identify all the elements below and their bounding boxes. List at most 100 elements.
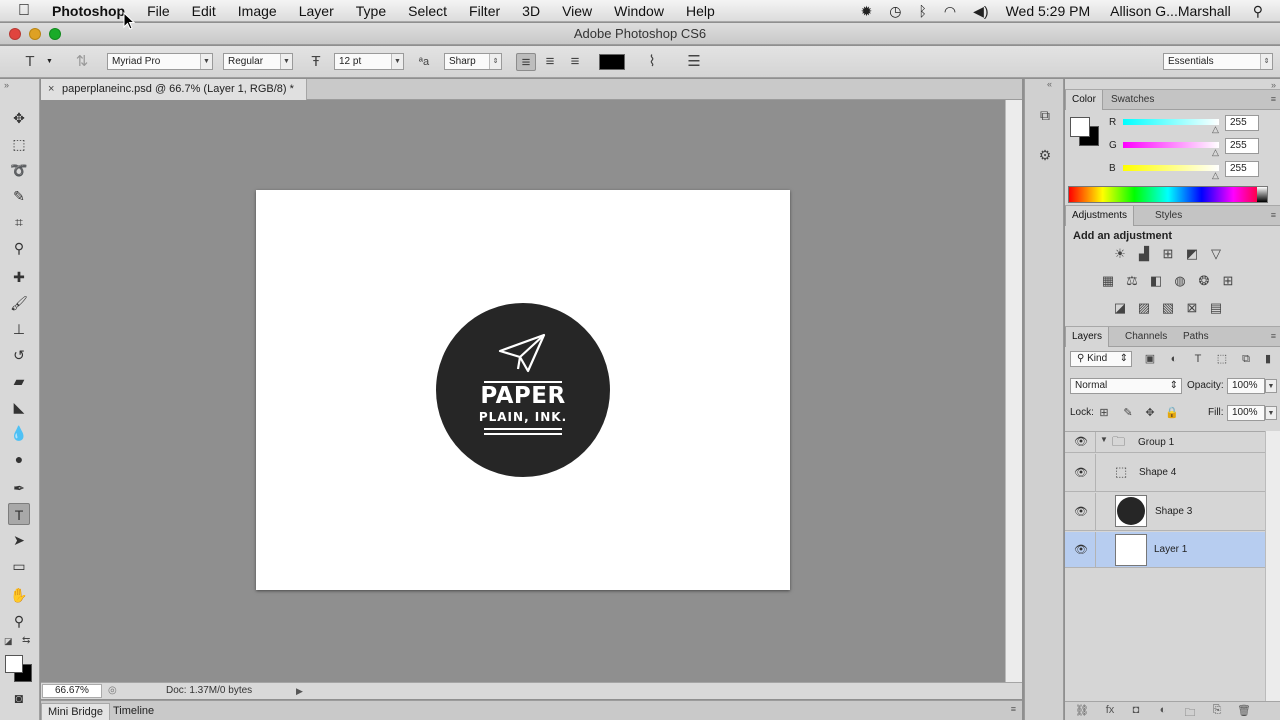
- hand-tool-icon[interactable]: ✋: [8, 584, 30, 606]
- properties-panel-icon[interactable]: ⚙: [1035, 145, 1055, 165]
- quick-selection-tool-icon[interactable]: ✎: [8, 185, 30, 207]
- filter-pixel-icon[interactable]: ▣: [1142, 351, 1158, 367]
- slider-thumb-icon[interactable]: △: [1212, 170, 1219, 181]
- menu-layer[interactable]: Layer: [299, 3, 334, 19]
- new-group-icon[interactable]: 🗀: [1182, 704, 1198, 720]
- vibrance-icon[interactable]: ▽: [1207, 245, 1225, 263]
- menu-filter[interactable]: Filter: [469, 3, 500, 19]
- document-tab[interactable]: × paperplaneinc.psd @ 66.7% (Layer 1, RG…: [41, 79, 307, 100]
- close-tab-icon[interactable]: ×: [48, 79, 54, 100]
- layers-scrollbar[interactable]: [1265, 431, 1280, 711]
- window-zoom-button[interactable]: [49, 28, 61, 40]
- slider-thumb-icon[interactable]: △: [1212, 124, 1219, 135]
- slider-thumb-icon[interactable]: △: [1212, 147, 1219, 158]
- gradient-map-icon[interactable]: ▤: [1207, 299, 1225, 317]
- crop-tool-icon[interactable]: ⌗: [8, 211, 30, 233]
- posterize-icon[interactable]: ▨: [1135, 299, 1153, 317]
- color-panel-foreground-swatch[interactable]: [1070, 117, 1090, 137]
- layer-name[interactable]: Layer 1: [1154, 544, 1187, 555]
- rectangle-tool-icon[interactable]: ▭: [8, 555, 30, 577]
- blend-mode-select[interactable]: Normal ⇕: [1070, 378, 1182, 394]
- tab-timeline[interactable]: Timeline: [107, 703, 160, 720]
- layer-row-group-1[interactable]: 👁 ▼ 🗀 Group 1: [1065, 432, 1265, 453]
- healing-brush-tool-icon[interactable]: ✚: [8, 266, 30, 288]
- hue-saturation-icon[interactable]: ▦: [1099, 272, 1117, 290]
- font-size-select[interactable]: 12 pt ▼: [334, 53, 404, 70]
- link-layers-icon[interactable]: ⛓: [1074, 704, 1090, 717]
- menu-select[interactable]: Select: [408, 3, 447, 19]
- color-spectrum-ramp[interactable]: [1068, 186, 1268, 203]
- brightness-contrast-icon[interactable]: ☀: [1111, 245, 1129, 263]
- panel-menu-icon[interactable]: ≡: [1011, 704, 1016, 714]
- menu-user[interactable]: Allison G...Marshall: [1110, 3, 1231, 19]
- apple-icon[interactable]: : [18, 2, 40, 20]
- preset-arrow-icon[interactable]: ▼: [46, 58, 53, 65]
- menu-help[interactable]: Help: [686, 3, 715, 19]
- new-layer-icon[interactable]: ⎘: [1209, 704, 1225, 717]
- spotlight-search-icon[interactable]: ⚲: [1253, 3, 1263, 20]
- warp-text-icon[interactable]: ⌇: [642, 53, 662, 71]
- menu-clock[interactable]: Wed 5:29 PM: [1006, 3, 1091, 19]
- tab-layers[interactable]: Layers: [1065, 327, 1110, 347]
- layer-name[interactable]: Shape 4: [1139, 467, 1176, 478]
- panel-menu-icon[interactable]: ≡: [1271, 331, 1276, 341]
- black-white-icon[interactable]: ◧: [1147, 272, 1165, 290]
- text-color-swatch[interactable]: [599, 54, 625, 70]
- red-gradient[interactable]: [1123, 119, 1219, 125]
- time-machine-icon[interactable]: ◷: [889, 3, 901, 20]
- chevron-down-icon[interactable]: ▼: [1265, 379, 1277, 393]
- quick-mask-icon[interactable]: ◙: [8, 687, 30, 709]
- selective-color-icon[interactable]: ⊠: [1183, 299, 1201, 317]
- tab-channels[interactable]: Channels: [1119, 327, 1173, 347]
- exposure-icon[interactable]: ◩: [1183, 245, 1201, 263]
- tab-color[interactable]: Color: [1065, 90, 1103, 110]
- brightness-icon[interactable]: ✹: [861, 3, 873, 20]
- lock-transparent-icon[interactable]: ⊞: [1097, 406, 1111, 420]
- volume-icon[interactable]: ◀): [973, 3, 988, 20]
- menu-edit[interactable]: Edit: [192, 3, 216, 19]
- move-tool-icon[interactable]: ✥: [8, 107, 30, 129]
- visibility-eye-icon[interactable]: 👁: [1074, 466, 1088, 479]
- channel-mixer-icon[interactable]: ❂: [1195, 272, 1213, 290]
- tab-paths[interactable]: Paths: [1177, 327, 1215, 347]
- threshold-icon[interactable]: ▧: [1159, 299, 1177, 317]
- lock-image-icon[interactable]: ✎: [1121, 406, 1135, 420]
- menu-view[interactable]: View: [562, 3, 592, 19]
- filter-shape-icon[interactable]: ⬚: [1214, 351, 1230, 367]
- character-panel-icon[interactable]: ☰: [684, 53, 704, 71]
- fill-field[interactable]: 100%: [1227, 405, 1265, 421]
- status-menu-arrow-icon[interactable]: ▶: [296, 683, 303, 699]
- red-slider[interactable]: R △ 255: [1109, 115, 1279, 135]
- new-adjustment-layer-icon[interactable]: ◐: [1155, 704, 1171, 716]
- document-canvas[interactable]: PAPER PLAIN, INK.: [256, 190, 790, 590]
- eyedropper-tool-icon[interactable]: ⚲: [8, 237, 30, 259]
- menu-type[interactable]: Type: [356, 3, 386, 19]
- layer-row-shape-3[interactable]: 👁 Shape 3: [1065, 493, 1265, 531]
- dodge-tool-icon[interactable]: ●: [8, 448, 30, 470]
- menu-window[interactable]: Window: [614, 3, 664, 19]
- tab-mini-bridge[interactable]: Mini Bridge: [41, 703, 111, 720]
- disclosure-triangle-icon[interactable]: ▼: [1100, 435, 1108, 444]
- blur-tool-icon[interactable]: 💧: [8, 422, 30, 444]
- clone-stamp-tool-icon[interactable]: ⊥: [8, 318, 30, 340]
- menu-3d[interactable]: 3D: [522, 3, 540, 19]
- menu-file[interactable]: File: [147, 3, 170, 19]
- layer-style-fx-icon[interactable]: fx: [1102, 704, 1118, 716]
- brush-tool-icon[interactable]: 🖌: [8, 292, 30, 314]
- green-value-field[interactable]: 255: [1225, 138, 1259, 154]
- swap-colors-icon[interactable]: ⇆: [22, 635, 30, 646]
- pen-tool-icon[interactable]: ✒: [8, 477, 30, 499]
- filter-adjustment-icon[interactable]: ◐: [1166, 351, 1182, 367]
- font-family-select[interactable]: Myriad Pro ▼: [107, 53, 213, 70]
- filter-smart-object-icon[interactable]: ⧉: [1238, 351, 1254, 367]
- green-slider[interactable]: G △ 255: [1109, 138, 1279, 158]
- align-center-button[interactable]: ≡: [540, 53, 560, 71]
- canvas-vertical-scrollbar[interactable]: [1005, 100, 1022, 682]
- lasso-tool-icon[interactable]: ➰: [8, 159, 30, 181]
- zoom-level-field[interactable]: 66.67%: [42, 684, 102, 698]
- menu-photoshop[interactable]: Photoshop: [52, 3, 125, 19]
- layer-row-layer-1[interactable]: 👁 Layer 1: [1065, 532, 1265, 568]
- font-style-select[interactable]: Regular ▼: [223, 53, 293, 70]
- history-brush-tool-icon[interactable]: ↺: [8, 344, 30, 366]
- levels-icon[interactable]: ▟: [1135, 245, 1153, 263]
